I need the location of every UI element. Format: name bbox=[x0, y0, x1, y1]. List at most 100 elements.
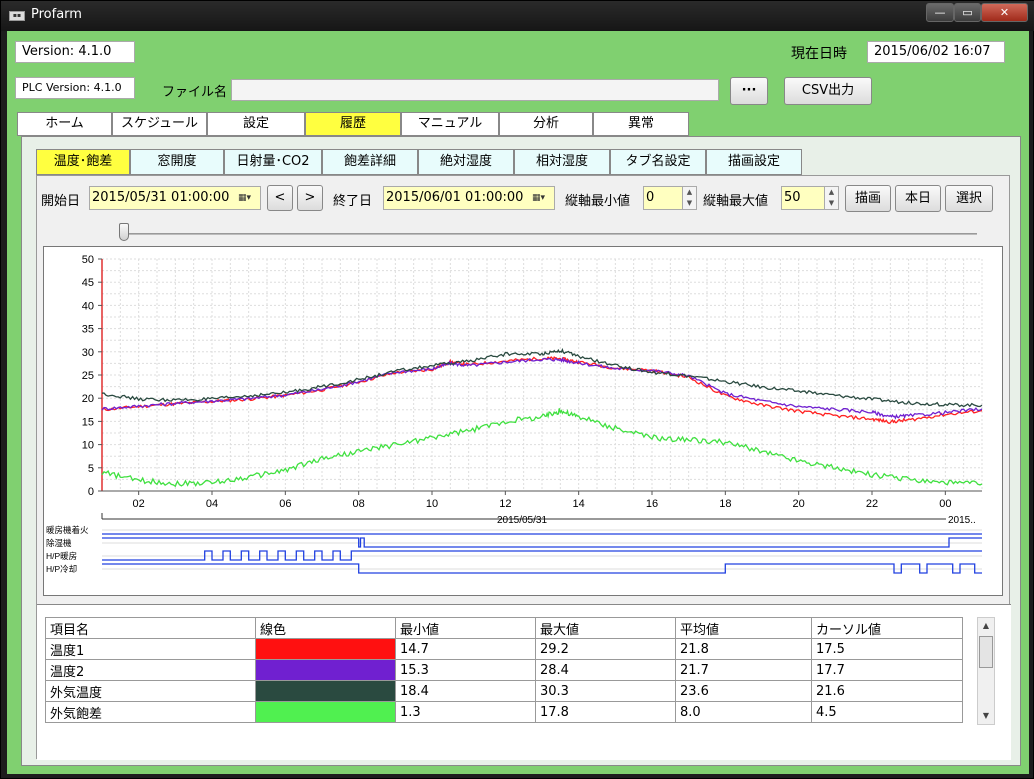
y-max-spinner[interactable]: ▲ ▼ bbox=[824, 187, 838, 209]
y-min-input[interactable]: 0 ▲ ▼ bbox=[643, 186, 697, 210]
subtab-tab-name-settings[interactable]: タブ名設定 bbox=[610, 149, 706, 175]
y-max-value: 50 bbox=[784, 190, 801, 205]
calendar-icon[interactable]: ▦▾ bbox=[238, 192, 256, 204]
history-chart[interactable]: 0 5 10 15 20 25 30 35 40 45 50 02 04 06 08 10 12 14 16 18 20… bbox=[44, 247, 1002, 595]
title-bar[interactable]: ▪▪ Profarm — ▭ ✕ bbox=[1, 1, 1034, 31]
tab-home[interactable]: ホーム bbox=[17, 112, 112, 136]
maximize-button[interactable]: ▭ bbox=[954, 3, 981, 22]
browse-button[interactable]: ··· bbox=[730, 77, 768, 105]
start-date-picker[interactable]: 2015/05/31 01:00:00 ▦▾ bbox=[89, 186, 261, 210]
signal-label: 暖房機着火 bbox=[46, 525, 89, 535]
scrollbar-thumb[interactable] bbox=[979, 636, 993, 668]
subtab-solar-co2[interactable]: 日射量･CO2 bbox=[224, 149, 322, 175]
minimize-button[interactable]: — bbox=[926, 3, 954, 22]
tab-alarms[interactable]: 異常 bbox=[593, 112, 689, 136]
end-date-label: 終了日 bbox=[333, 194, 373, 209]
summary-table-frame: 項目名 線色 最小値 最大値 平均値 カーソル値 温度1 14.7 29.2 21.8… bbox=[37, 604, 1011, 760]
table-row[interactable]: 外気飽差 1.3 17.8 8.0 4.5 bbox=[45, 701, 963, 723]
table-row[interactable]: 温度2 15.3 28.4 21.7 17.7 bbox=[45, 659, 963, 681]
row-color-swatch bbox=[255, 638, 396, 660]
y-max-input[interactable]: 50 ▲ ▼ bbox=[781, 186, 839, 210]
plc-version-label: PLC Version: 4.1.0 bbox=[15, 77, 135, 99]
history-panel: 温度･飽差 窓開度 日射量･CO2 飽差詳細 絶対湿度 相対湿度 タブ名設定 描… bbox=[21, 136, 1021, 766]
x-tick-label: 02 bbox=[133, 498, 145, 510]
scroll-down-icon[interactable]: ▼ bbox=[978, 708, 994, 724]
subtab-relative-humidity[interactable]: 相対湿度 bbox=[514, 149, 610, 175]
x-tick-label: 12 bbox=[499, 498, 511, 510]
x-tick-label: 10 bbox=[426, 498, 438, 510]
y-tick-label: 45 bbox=[82, 277, 94, 289]
subtab-window-opening[interactable]: 窓開度 bbox=[130, 149, 224, 175]
row-cursor-cell: 4.5 bbox=[811, 701, 963, 723]
draw-button[interactable]: 描画 bbox=[845, 185, 891, 212]
row-min-cell: 18.4 bbox=[395, 680, 536, 702]
today-button[interactable]: 本日 bbox=[895, 185, 941, 212]
table-header-row: 項目名 線色 最小値 最大値 平均値 カーソル値 bbox=[45, 617, 963, 639]
app-window: ▪▪ Profarm — ▭ ✕ Version: 4.1.0 PLC Vers… bbox=[0, 0, 1034, 779]
x-tick-label: 16 bbox=[646, 498, 658, 510]
next-day-button[interactable]: > bbox=[297, 185, 323, 211]
row-name-cell: 温度1 bbox=[45, 638, 256, 660]
window-title: Profarm bbox=[31, 7, 82, 22]
csv-export-button[interactable]: CSV出力 bbox=[784, 77, 872, 105]
row-color-swatch bbox=[255, 701, 396, 723]
y-min-label: 縦軸最小値 bbox=[565, 194, 631, 209]
column-header: カーソル値 bbox=[811, 617, 963, 639]
row-avg-cell: 21.8 bbox=[675, 638, 812, 660]
row-max-cell: 28.4 bbox=[535, 659, 676, 681]
x-tick-label: 04 bbox=[206, 498, 218, 510]
tab-history[interactable]: 履歴 bbox=[305, 112, 401, 136]
y-tick-label: 25 bbox=[82, 370, 94, 382]
signal-label: H/P冷却 bbox=[46, 564, 77, 574]
table-row[interactable]: 外気温度 18.4 30.3 23.6 21.6 bbox=[45, 680, 963, 702]
row-avg-cell: 21.7 bbox=[675, 659, 812, 681]
row-min-cell: 14.7 bbox=[395, 638, 536, 660]
subtab-temp-vpd[interactable]: 温度･飽差 bbox=[36, 149, 130, 175]
y-tick-label: 50 bbox=[82, 254, 94, 266]
end-date-value: 2015/06/01 01:00:00 bbox=[386, 190, 524, 205]
datetime-value: 2015/06/02 16:07 bbox=[867, 41, 1005, 63]
row-name-cell: 温度2 bbox=[45, 659, 256, 681]
time-slider-thumb[interactable] bbox=[119, 223, 129, 241]
column-header: 平均値 bbox=[675, 617, 812, 639]
row-color-swatch bbox=[255, 659, 396, 681]
subtab-vpd-detail[interactable]: 飽差詳細 bbox=[322, 149, 418, 175]
y-min-spinner[interactable]: ▲ ▼ bbox=[682, 187, 696, 209]
tab-manual[interactable]: マニュアル bbox=[401, 112, 499, 136]
subtab-draw-settings[interactable]: 描画設定 bbox=[706, 149, 802, 175]
tab-settings[interactable]: 設定 bbox=[207, 112, 305, 136]
end-date-picker[interactable]: 2015/06/01 01:00:00 ▦▾ bbox=[383, 186, 555, 210]
subtab-absolute-humidity[interactable]: 絶対湿度 bbox=[418, 149, 514, 175]
prev-day-button[interactable]: < bbox=[267, 185, 293, 211]
x-tick-label: 22 bbox=[866, 498, 878, 510]
tab-analysis[interactable]: 分析 bbox=[499, 112, 593, 136]
calendar-icon[interactable]: ▦▾ bbox=[532, 192, 550, 204]
y-tick-label: 0 bbox=[88, 486, 94, 498]
row-max-cell: 17.8 bbox=[535, 701, 676, 723]
row-cursor-cell: 21.6 bbox=[811, 680, 963, 702]
x-tick-label: 20 bbox=[793, 498, 805, 510]
row-avg-cell: 23.6 bbox=[675, 680, 812, 702]
y-min-value: 0 bbox=[646, 190, 655, 205]
y-tick-label: 20 bbox=[82, 393, 94, 405]
row-cursor-cell: 17.7 bbox=[811, 659, 963, 681]
version-label: Version: 4.1.0 bbox=[15, 41, 135, 63]
scroll-up-icon[interactable]: ▲ bbox=[978, 618, 994, 634]
row-max-cell: 30.3 bbox=[535, 680, 676, 702]
start-date-value: 2015/05/31 01:00:00 bbox=[92, 190, 230, 205]
chart-panel: 開始日 2015/05/31 01:00:00 ▦▾ < > 終了日 2015/… bbox=[36, 175, 1011, 760]
start-date-label: 開始日 bbox=[41, 194, 81, 209]
table-row[interactable]: 温度1 14.7 29.2 21.8 17.5 bbox=[45, 638, 963, 660]
y-tick-label: 40 bbox=[82, 300, 94, 312]
column-header: 項目名 bbox=[45, 617, 256, 639]
tab-schedule[interactable]: スケジュール bbox=[112, 112, 207, 136]
chart-frame[interactable]: 0 5 10 15 20 25 30 35 40 45 50 02 04 06 08 10 12 14 16 18 20… bbox=[43, 246, 1003, 596]
close-button[interactable]: ✕ bbox=[981, 3, 1028, 22]
time-slider-track[interactable] bbox=[119, 233, 977, 235]
signal-label: H/P暖房 bbox=[46, 551, 77, 561]
x-tick-label: 18 bbox=[719, 498, 731, 510]
filename-field[interactable] bbox=[231, 79, 719, 101]
table-scrollbar[interactable]: ▲ ▼ bbox=[977, 617, 995, 725]
select-button[interactable]: 選択 bbox=[945, 185, 993, 212]
x-tick-label: 14 bbox=[573, 498, 585, 510]
